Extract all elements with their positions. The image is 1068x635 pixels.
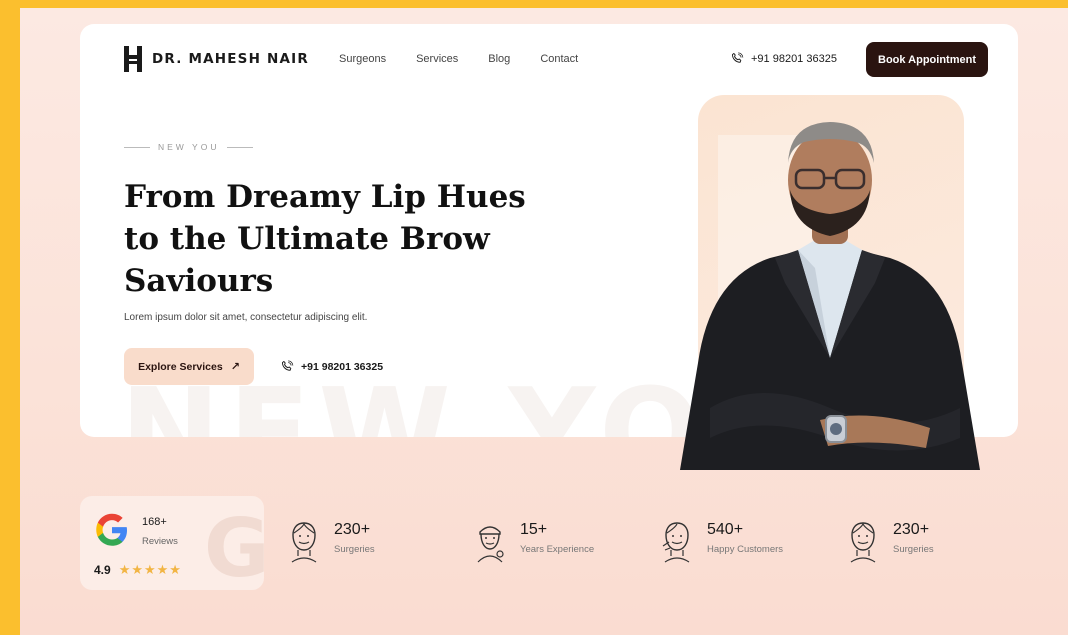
review-count: 168+ bbox=[142, 516, 167, 528]
google-reviews-card[interactable]: G 168+ Reviews 4.9 ★★★★★ bbox=[80, 496, 264, 590]
google-logo-icon bbox=[96, 513, 127, 546]
top-nav: DR. MAHESH NAIR Surgeons Services Blog C… bbox=[80, 24, 1018, 94]
rating-value: 4.9 bbox=[94, 563, 111, 577]
stat-value: 15+ bbox=[520, 521, 548, 538]
phone-icon bbox=[731, 52, 744, 63]
rating-stars-icon: ★★★★★ bbox=[118, 562, 182, 577]
hero-subtext: Lorem ipsum dolor sit amet, consectetur … bbox=[124, 312, 368, 323]
nav-link-surgeons[interactable]: Surgeons bbox=[339, 53, 386, 65]
nav-link-contact[interactable]: Contact bbox=[540, 53, 578, 65]
brand-logo[interactable]: DR. MAHESH NAIR bbox=[124, 46, 309, 72]
hero-headline-line-3: Saviours bbox=[124, 263, 274, 299]
stat-value: 230+ bbox=[334, 521, 371, 538]
arrow-up-right-icon: ↗ bbox=[230, 361, 240, 373]
hero-headline: From Dreamy Lip Hues to the Ultimate Bro… bbox=[124, 176, 544, 302]
surgeon-icon bbox=[477, 526, 504, 563]
stat-years-experience: 15+ Years Experience bbox=[474, 520, 594, 564]
stat-happy-customers: 540+ Happy Customers bbox=[661, 520, 783, 564]
hero-headline-line-2: to the Ultimate Brow bbox=[124, 221, 490, 257]
hero-headline-line-1: From Dreamy Lip Hues bbox=[124, 179, 526, 215]
rating: 4.9 ★★★★★ bbox=[94, 562, 182, 578]
stat-label: Years Experience bbox=[520, 544, 595, 555]
stat-surgeries: 230+ Surgeries bbox=[288, 520, 375, 564]
google-watermark-icon: G bbox=[204, 502, 264, 590]
face-outline-icon bbox=[850, 522, 876, 563]
phone-icon bbox=[281, 360, 294, 371]
brand-mark-icon bbox=[124, 46, 142, 72]
nav-phone-number: +91 98201 36325 bbox=[751, 53, 837, 65]
face-treatment-icon bbox=[662, 522, 690, 563]
stat-label: Surgeries bbox=[334, 544, 375, 555]
hero-phone-number: +91 98201 36325 bbox=[301, 361, 384, 373]
book-appointment-button[interactable]: Book Appointment bbox=[866, 42, 988, 77]
doctor-portrait bbox=[680, 122, 980, 470]
hero-phone[interactable]: +91 98201 36325 bbox=[280, 360, 383, 374]
face-outline-icon bbox=[291, 522, 317, 563]
stats-bar: G 168+ Reviews 4.9 ★★★★★ 230+ Surgeries … bbox=[80, 496, 1018, 596]
stat-value: 540+ bbox=[707, 521, 744, 538]
nav-link-blog[interactable]: Blog bbox=[488, 53, 510, 65]
nav-phone[interactable]: +91 98201 36325 bbox=[730, 52, 837, 66]
stat-surgeries-2: 230+ Surgeries bbox=[847, 520, 934, 564]
explore-services-label: Explore Services bbox=[138, 360, 223, 373]
hero-eyebrow: NEW YOU bbox=[124, 142, 254, 152]
review-label: Reviews bbox=[142, 536, 178, 547]
explore-services-button[interactable]: Explore Services ↗ bbox=[124, 348, 254, 385]
nav-link-services[interactable]: Services bbox=[416, 53, 458, 65]
brand-name: DR. MAHESH NAIR bbox=[152, 51, 309, 67]
page: NEW YOU DR. MAHESH NAIR Surgeons Service… bbox=[20, 8, 1068, 635]
stat-value: 230+ bbox=[893, 521, 930, 538]
stat-label: Happy Customers bbox=[707, 544, 784, 555]
stat-label: Surgeries bbox=[893, 544, 934, 555]
nav-links: Surgeons Services Blog Contact bbox=[339, 53, 608, 65]
hero-eyebrow-text: NEW YOU bbox=[158, 142, 220, 152]
